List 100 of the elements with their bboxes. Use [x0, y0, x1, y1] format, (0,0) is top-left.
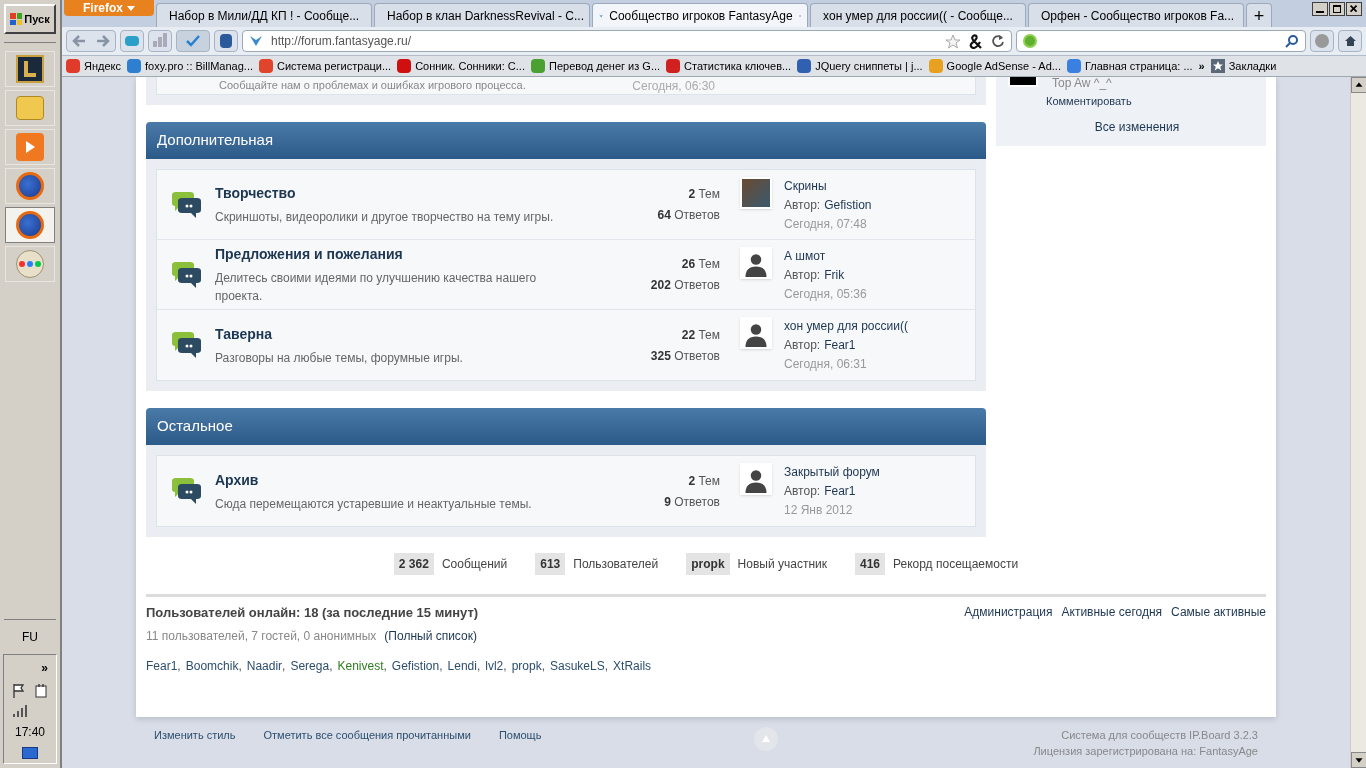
- stat-label: Рекорд посещаемости: [893, 556, 1019, 573]
- bookmark-link[interactable]: Google AdSense - Ad...: [928, 57, 1061, 75]
- footer-link[interactable]: Отметить все сообщения прочитанными: [263, 726, 471, 743]
- new-tab-button[interactable]: +: [1246, 3, 1272, 27]
- flag-icon[interactable]: [12, 683, 26, 699]
- last-post-link[interactable]: А шмот: [784, 246, 867, 265]
- taskbar-button[interactable]: [5, 207, 55, 243]
- bookmark-link[interactable]: Система регистраци...: [259, 57, 392, 75]
- status-text: Top Aw ^_^: [1052, 77, 1112, 89]
- spellcheck-icon[interactable]: [176, 30, 210, 52]
- last-post-link[interactable]: Закрытый форум: [784, 463, 880, 481]
- language-indicator[interactable]: FU: [22, 628, 38, 646]
- site-logo-icon: [249, 34, 263, 48]
- forum-title-link[interactable]: Предложения и пожелания: [215, 244, 600, 265]
- browser-tab[interactable]: Сообщество игроков FantasyAge: [592, 3, 808, 27]
- online-link[interactable]: Самые активные: [1171, 603, 1266, 621]
- last-post-time: 12 Янв 2012: [784, 502, 854, 519]
- browser-tab[interactable]: Набор в клан DarknessRevival - С...: [374, 3, 590, 27]
- online-title: Пользователей онлайн: 18 (за последние 15 минут): [146, 604, 479, 622]
- caret-icon: [127, 5, 135, 11]
- footer-link[interactable]: Изменить стиль: [154, 726, 236, 743]
- scroll-down-icon[interactable]: [1351, 752, 1366, 768]
- last-post-time: Сегодня, 07:48: [784, 215, 868, 233]
- user-link[interactable]: Naadir: [246, 656, 283, 675]
- replies-count: 64 Ответов: [657, 207, 720, 224]
- separator: ,: [383, 657, 387, 675]
- author-label: Автор:: [784, 337, 821, 354]
- forum-description: Скриншоты, видеоролики и другое творчество на тему игры.: [215, 209, 555, 226]
- bookmark-link[interactable]: Яндекс: [66, 57, 121, 75]
- stat-value: 416: [855, 553, 885, 575]
- footer-link[interactable]: Помощь: [498, 726, 542, 743]
- author-link[interactable]: Frik: [824, 265, 845, 284]
- home-icon[interactable]: [1338, 30, 1362, 52]
- comment-link[interactable]: Комментировать: [1046, 93, 1266, 110]
- bookmark-link[interactable]: Главная страница: ...: [1066, 57, 1193, 75]
- forum-description: Делитесь своими идеями по улучшению качества нашего проекта.: [215, 270, 538, 305]
- scrollbar[interactable]: [1350, 77, 1366, 768]
- last-post-link[interactable]: хон умер для россии((: [784, 317, 908, 335]
- game-icon: [16, 55, 44, 83]
- scroll-up-icon[interactable]: [1351, 77, 1366, 93]
- online-link[interactable]: Активные сегодня: [1061, 603, 1163, 621]
- license-text: Лицензия зарегистрирована на: FantasyAge: [1033, 744, 1258, 759]
- forum-description: Сообщайте нам о проблемах и ошибках игрового процесса.: [219, 80, 526, 91]
- clock-text: 17:40: [15, 724, 45, 741]
- address-field[interactable]: http://forum.fantasyage.ru/: [242, 30, 1012, 52]
- bookmark-link[interactable]: Сонник. Сонники: С...: [397, 57, 525, 75]
- user-link[interactable]: Lendi: [447, 656, 477, 675]
- start-button[interactable]: Пуск: [4, 4, 56, 34]
- star-icon[interactable]: [945, 33, 961, 49]
- last-post-time: Сегодня, 06:30: [632, 79, 715, 92]
- category-header: Остальное: [146, 408, 986, 445]
- search-icon[interactable]: [1285, 34, 1299, 48]
- author-link[interactable]: Fear1: [824, 482, 856, 500]
- close-window-icon[interactable]: [1346, 2, 1362, 16]
- user-link[interactable]: XtRails: [613, 656, 652, 675]
- bookmarks-menu[interactable]: Закладки: [1210, 57, 1277, 75]
- tab-title: Набор в клан DarknessRevival - С...: [387, 7, 584, 25]
- reload-icon[interactable]: [991, 34, 1005, 48]
- user-silhouette-icon: [740, 246, 772, 279]
- page-icon[interactable]: [214, 30, 238, 52]
- browser-tab[interactable]: хон умер для россии(( - Сообще...: [810, 3, 1026, 27]
- separator: ,: [541, 657, 545, 675]
- tray-expand-button[interactable]: »: [41, 659, 48, 677]
- signal-bars-icon[interactable]: [12, 705, 28, 717]
- separator: ,: [238, 657, 242, 675]
- browser-tab[interactable]: Орфен - Сообщество игроков Fa...: [1028, 3, 1244, 27]
- bookmark-link[interactable]: Перевод денег из G...: [531, 57, 661, 75]
- bookmark-link[interactable]: foxy.pro :: BillManag...: [127, 57, 253, 75]
- forum-title-link[interactable]: Архив: [215, 469, 600, 491]
- separator: ,: [177, 657, 181, 675]
- user-link[interactable]: propk: [511, 656, 542, 675]
- topics-count: 2 Тем: [688, 186, 720, 203]
- full-list-link[interactable]: (Полный список): [384, 626, 477, 645]
- separator: ,: [476, 657, 481, 675]
- restore-icon[interactable]: [1329, 2, 1345, 16]
- online-link[interactable]: Администрация: [964, 603, 1053, 621]
- more-bookmarks-button[interactable]: »: [1198, 57, 1205, 75]
- minimize-icon[interactable]: [1312, 2, 1328, 16]
- author-link[interactable]: Fear1: [824, 336, 856, 354]
- forum-title-link[interactable]: Таверна: [215, 323, 600, 345]
- bookmark-link[interactable]: Статистика ключев...: [666, 57, 792, 75]
- forum-title-link[interactable]: Творчество: [215, 183, 600, 204]
- palette-icon: [16, 250, 44, 278]
- last-post-link[interactable]: Скрины: [784, 176, 872, 195]
- browser-tab[interactable]: Набор в Мили/ДД КП ! - Сообще...: [156, 3, 372, 27]
- separator: ,: [282, 657, 286, 675]
- search-field[interactable]: [1016, 30, 1306, 52]
- forum-description: Разговоры на любые темы, форумные игры.: [215, 349, 464, 367]
- tab-title: Набор в Мили/ДД КП ! - Сообще...: [169, 7, 360, 25]
- bookmark-link[interactable]: JQuery сниппеты | j...: [797, 57, 923, 75]
- all-changes-link[interactable]: Все изменения: [1094, 117, 1180, 136]
- user-link[interactable]: SasukeLS: [550, 656, 605, 675]
- replies-count: 325 Ответов: [650, 347, 720, 365]
- user-link[interactable]: Kenivest: [337, 656, 384, 675]
- stat-value: 613: [535, 553, 566, 575]
- category-header: Дополнительная: [146, 122, 986, 159]
- author-link[interactable]: Gefistion: [824, 195, 872, 214]
- last-post-time: Сегодня, 06:31: [784, 356, 868, 373]
- author-label: Автор:: [784, 266, 821, 284]
- tab-title: хон умер для россии(( - Сообще...: [823, 7, 1013, 25]
